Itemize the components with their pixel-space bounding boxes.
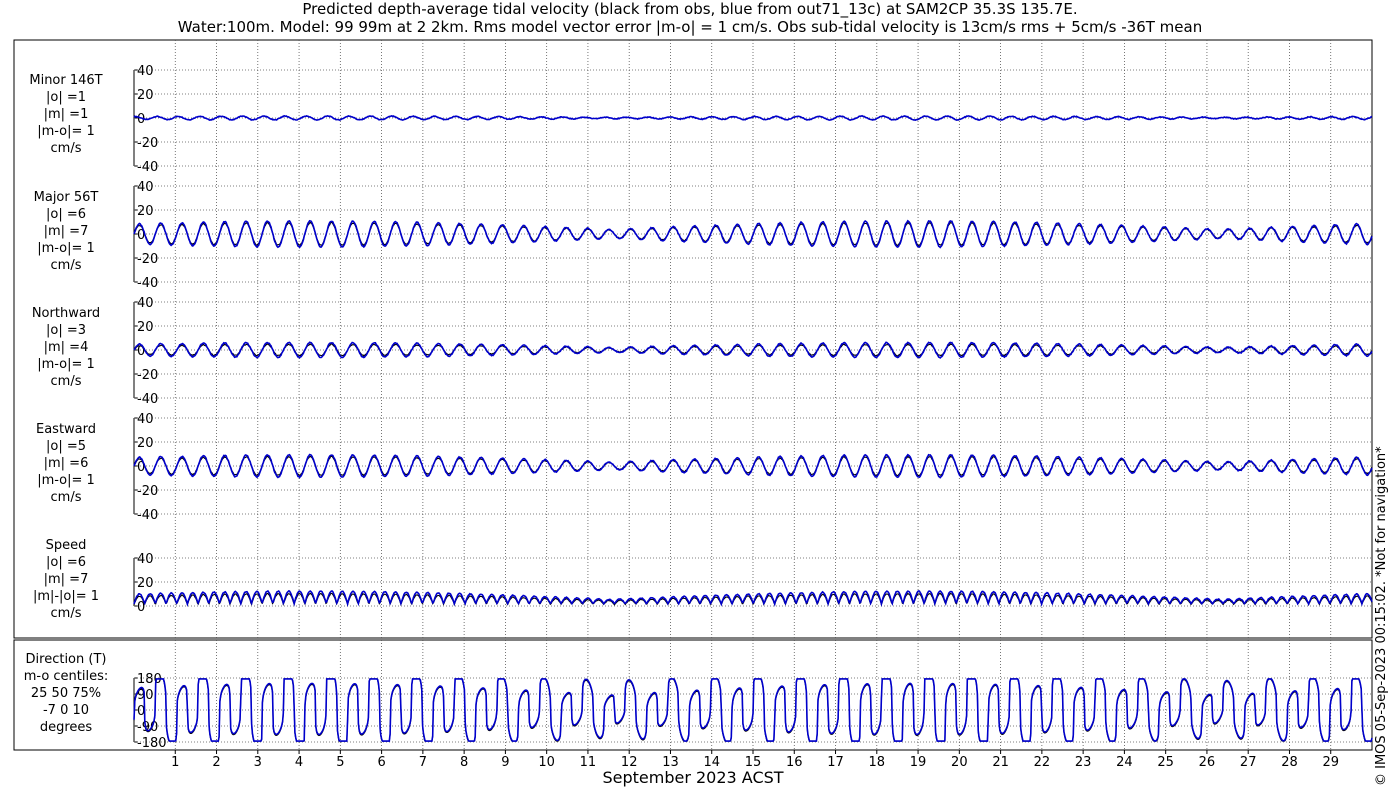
minor-label-line: |m| =1 — [44, 107, 89, 122]
minor-y-tick-label: 20 — [137, 88, 154, 103]
eastward-y-tick-label: -40 — [137, 508, 158, 523]
upper-plot-frame — [13, 39, 1373, 639]
speed-y-tick-label: 20 — [137, 576, 154, 591]
eastward-label-line: |m| =6 — [44, 456, 89, 471]
northward-label-line: |m-o|= 1 — [37, 357, 95, 372]
eastward-label-line: |o| =5 — [46, 439, 86, 454]
northward-label-line: cm/s — [51, 374, 82, 389]
northward-y-tick-label: -40 — [137, 392, 158, 407]
major-y-tick-label: 40 — [137, 180, 154, 195]
major-label-line: |m| =7 — [44, 224, 89, 239]
major-label-line: cm/s — [51, 258, 82, 273]
minor-y-tick-label: -20 — [137, 136, 158, 151]
minor-y-tick-label: 40 — [137, 64, 154, 79]
major-label-line: |o| =6 — [46, 207, 86, 222]
eastward-y-tick-label: 40 — [137, 412, 154, 427]
northward-y-tick-label: -20 — [137, 368, 158, 383]
northward-y-tick-label: 40 — [137, 296, 154, 311]
major-y-tick-label: 20 — [137, 204, 154, 219]
northward-label-line: |o| =3 — [46, 323, 86, 338]
eastward-y-tick-label: 0 — [137, 460, 145, 475]
major-series-model — [133, 219, 1373, 249]
copyright-notice: © IMOS 05-Sep-2023 00:15:02. *Not for na… — [1374, 446, 1389, 786]
direction-y-tick-label: -90 — [137, 720, 158, 735]
speed-label-line: |o| =6 — [46, 555, 86, 570]
direction-label-line: 25 50 75% — [31, 686, 101, 701]
direction-label-line: degrees — [40, 720, 93, 735]
direction-series-model — [133, 678, 1373, 742]
minor-label-line: |m-o|= 1 — [37, 124, 95, 139]
x-axis-label: September 2023 ACST — [602, 768, 784, 787]
northward-label-line: |m| =4 — [44, 340, 89, 355]
direction-label-line: Direction (T) — [26, 652, 107, 667]
eastward-label-line: Eastward — [36, 422, 96, 437]
eastward-y-tick-label: -20 — [137, 484, 158, 499]
minor-label-line: |o| =1 — [46, 90, 86, 105]
major-y-tick-label: -40 — [137, 276, 158, 291]
northward-y-tick-label: 20 — [137, 320, 154, 335]
figure-canvas: 1 2 3 4 5 6 7 8 9 10 11 12 13 14 15 16 17 18 19 20 21 22 23 24 2… — [13, 39, 1373, 770]
speed-label-line: cm/s — [51, 606, 82, 621]
direction-y-tick-label: -180 — [137, 736, 167, 751]
eastward-label-line: cm/s — [51, 490, 82, 505]
speed-label-line: |m|-|o|= 1 — [33, 589, 99, 604]
speed-y-tick-label: 40 — [137, 552, 154, 567]
speed-label-line: |m| =7 — [44, 572, 89, 587]
major-y-tick-label: -20 — [137, 252, 158, 267]
speed-label-line: Speed — [46, 538, 87, 553]
eastward-label-line: |m-o|= 1 — [37, 473, 95, 488]
minor-y-tick-label: -40 — [137, 160, 158, 175]
major-label-line: Major 56T — [34, 190, 99, 205]
northward-label-line: Northward — [32, 306, 100, 321]
major-label-line: |m-o|= 1 — [37, 241, 95, 256]
minor-label-line: cm/s — [51, 141, 82, 156]
direction-label-line: -7 0 10 — [43, 703, 89, 718]
eastward-y-tick-label: 20 — [137, 436, 154, 451]
minor-label-line: Minor 146T — [29, 73, 102, 88]
direction-label-line: m-o centiles: — [24, 669, 109, 684]
